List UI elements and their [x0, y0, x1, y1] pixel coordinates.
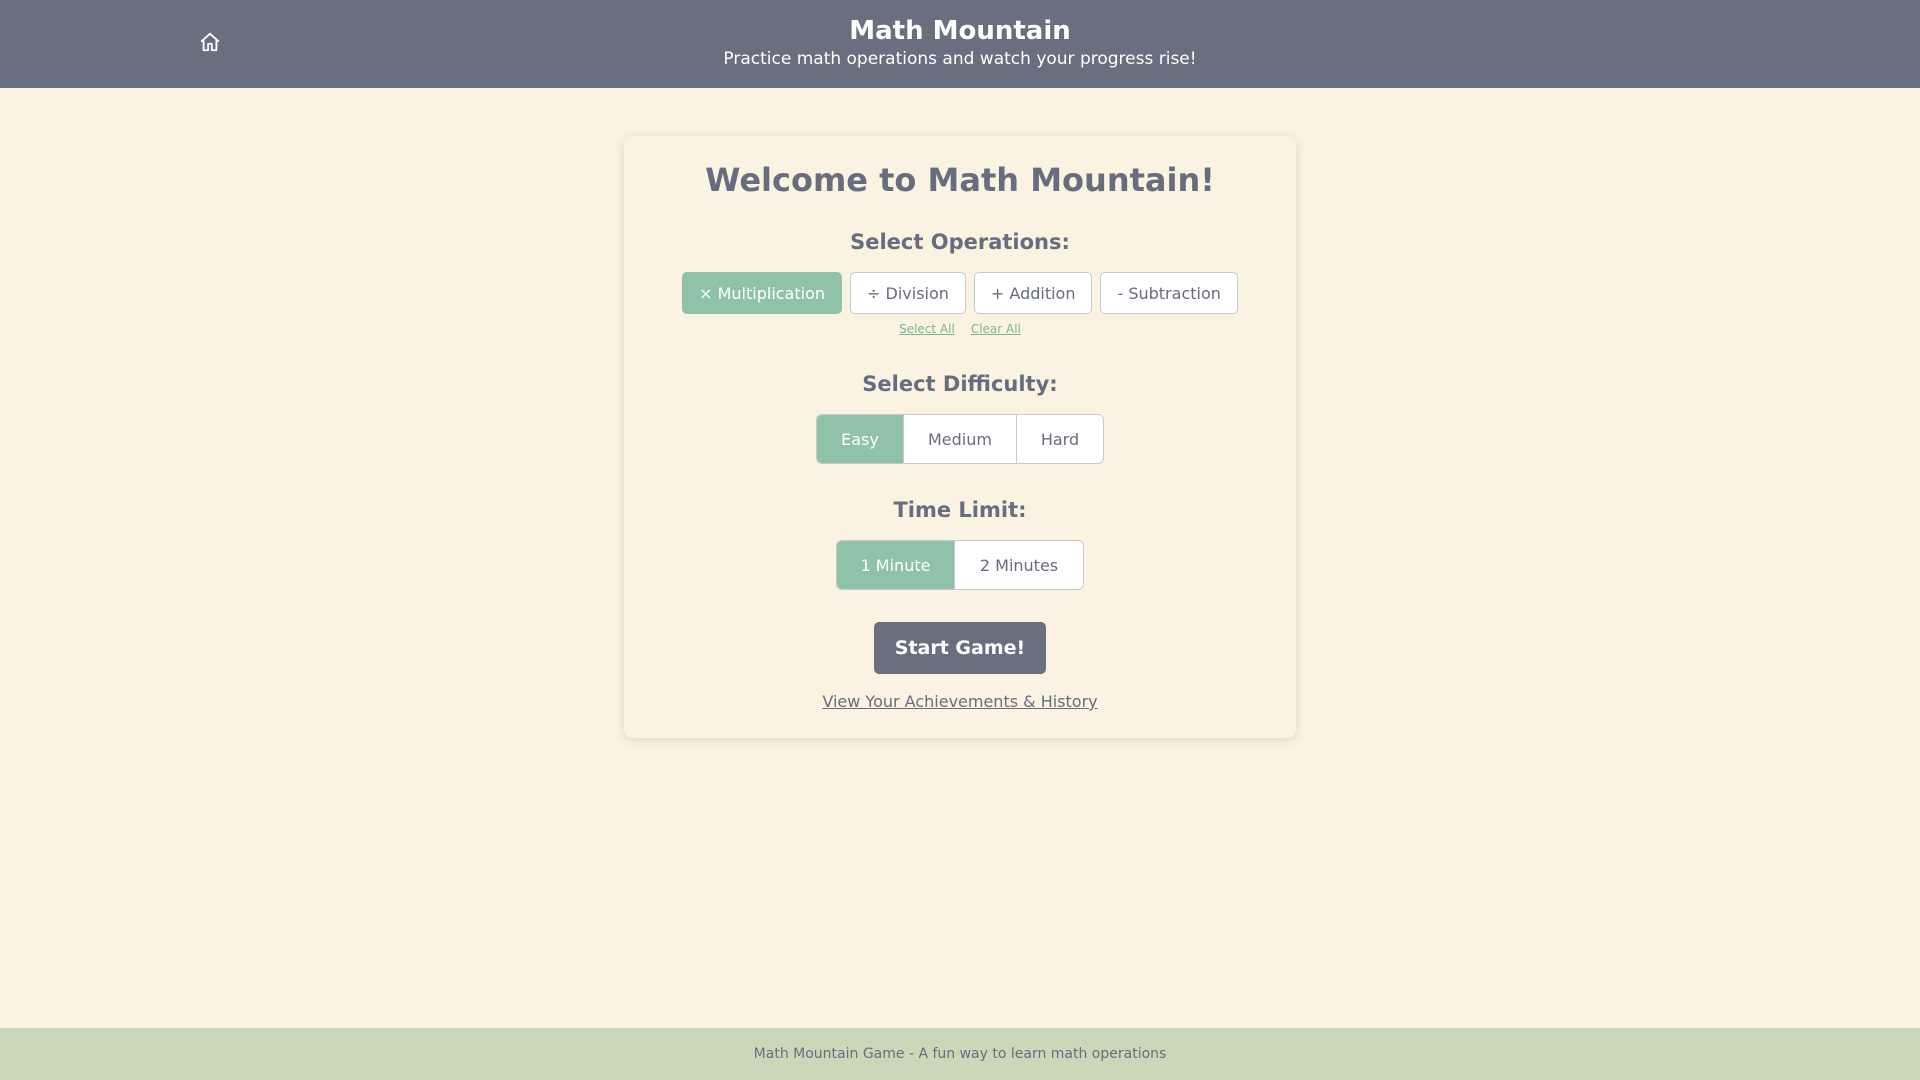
difficulty-hard-button[interactable]: Hard: [1017, 415, 1103, 463]
welcome-heading: Welcome to Math Mountain!: [705, 161, 1215, 199]
achievements-history-link[interactable]: View Your Achievements & History: [822, 692, 1097, 711]
difficulty-label: Select Difficulty:: [862, 372, 1058, 396]
difficulty-easy-button[interactable]: Easy: [817, 415, 904, 463]
operations-links: Select All Clear All: [624, 322, 1296, 336]
game-setup-card: Welcome to Math Mountain! Select Operati…: [624, 136, 1296, 738]
difficulty-selector: Easy Medium Hard: [816, 414, 1104, 464]
difficulty-medium-button[interactable]: Medium: [904, 415, 1017, 463]
app-title: Math Mountain: [849, 16, 1071, 46]
time-2-minutes-button[interactable]: 2 Minutes: [955, 541, 1083, 589]
operation-subtraction-button[interactable]: - Subtraction: [1100, 272, 1238, 314]
time-limit-label: Time Limit:: [893, 498, 1027, 522]
app-footer: Math Mountain Game - A fun way to learn …: [0, 1028, 1920, 1080]
time-limit-selector: 1 Minute 2 Minutes: [836, 540, 1084, 590]
select-all-link[interactable]: Select All: [899, 322, 955, 336]
footer-text: Math Mountain Game - A fun way to learn …: [753, 1046, 1167, 1062]
history-link-row: View Your Achievements & History: [624, 691, 1296, 713]
start-game-button[interactable]: Start Game!: [874, 622, 1046, 674]
time-1-minute-button[interactable]: 1 Minute: [837, 541, 955, 589]
operations-label: Select Operations:: [850, 230, 1070, 254]
operation-addition-button[interactable]: + Addition: [973, 272, 1093, 314]
operation-division-button[interactable]: ÷ Division: [850, 272, 966, 314]
operation-multiplication-button[interactable]: × Multiplication: [682, 272, 843, 314]
app-header: Math Mountain Practice math operations a…: [0, 0, 1920, 88]
operations-group: × Multiplication ÷ Division + Addition -…: [624, 272, 1296, 314]
clear-all-link[interactable]: Clear All: [971, 322, 1021, 336]
app-subtitle: Practice math operations and watch your …: [723, 49, 1197, 69]
